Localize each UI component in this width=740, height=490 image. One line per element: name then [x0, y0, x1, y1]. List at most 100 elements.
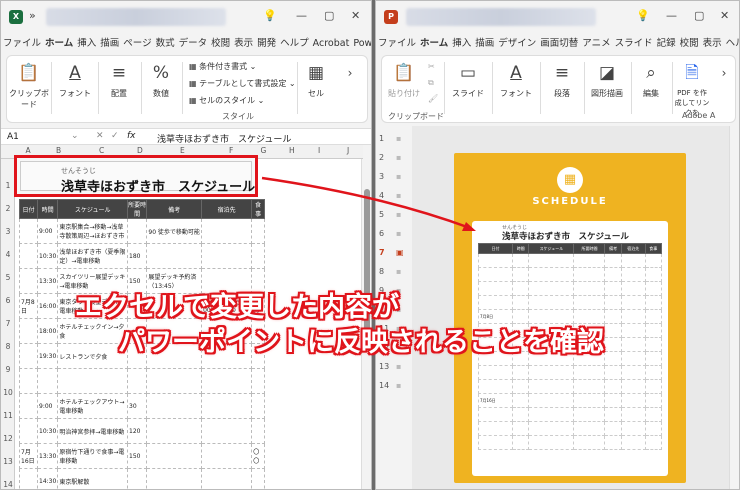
cell-sched[interactable]: ホテルチェックアウト→電車移動	[57, 393, 128, 419]
edit-group[interactable]: ⌕ 編集	[634, 56, 668, 122]
cell-time[interactable]: 13:30	[37, 268, 59, 294]
cell-date[interactable]	[18, 268, 39, 294]
tab-10[interactable]: ヘルプ	[278, 33, 311, 55]
cell-meal[interactable]	[251, 218, 265, 244]
cell-date[interactable]	[18, 368, 39, 394]
column-I[interactable]: I	[318, 146, 320, 155]
cell-date[interactable]	[18, 243, 39, 269]
cell-date[interactable]	[18, 318, 39, 344]
table-format-button[interactable]: ▦ テーブルとして書式設定 ⌄	[189, 78, 296, 89]
tab-12[interactable]: Power	[351, 33, 371, 55]
cell-meal[interactable]	[251, 368, 265, 394]
name-box-dropdown-icon[interactable]: ⌄	[71, 131, 79, 141]
tab-5[interactable]: 数式	[154, 33, 177, 55]
slide-thumb-1[interactable]: 1	[379, 134, 384, 143]
cell-sched[interactable]: 東京駅解散	[57, 468, 128, 489]
column-A[interactable]: A	[26, 146, 31, 155]
slide-thumb-2[interactable]: 2	[379, 153, 384, 162]
tab-3[interactable]: 描画	[98, 33, 121, 55]
enter-icon[interactable]: ✓	[111, 131, 119, 141]
slide-thumb-icon[interactable]: ▪	[396, 153, 401, 162]
tab-2[interactable]: 挿入	[75, 33, 98, 55]
tab-3[interactable]: 描画	[473, 33, 496, 55]
row-6[interactable]: 6	[1, 296, 15, 305]
minimize-icon[interactable]: —	[666, 9, 677, 22]
cells-group[interactable]: ▦ セル	[301, 56, 331, 122]
tab-8[interactable]: 記録	[655, 33, 678, 55]
slide-thumb-6[interactable]: 6	[379, 229, 384, 238]
slide-thumb-icon[interactable]: ▪	[396, 229, 401, 238]
cond-format-button[interactable]: ▦ 条件付き書式 ⌄	[189, 61, 256, 72]
shapes-group[interactable]: ◪ 図形描画	[587, 56, 627, 122]
row-4[interactable]: 4	[1, 250, 15, 259]
cell-dur[interactable]: 120	[126, 418, 148, 444]
tab-7[interactable]: スライド	[613, 33, 655, 55]
cell-time[interactable]: 9:00	[37, 218, 59, 244]
tab-6[interactable]: データ	[177, 33, 210, 55]
cell-time[interactable]: 16:00	[37, 293, 59, 319]
cell-time[interactable]	[37, 368, 59, 394]
slide-thumb-4[interactable]: 4	[379, 191, 384, 200]
cell-dur[interactable]: 180	[126, 243, 148, 269]
column-F[interactable]: F	[229, 146, 233, 155]
maximize-icon[interactable]: ▢	[694, 9, 704, 22]
slide-thumb-icon[interactable]: ▪	[396, 362, 401, 371]
cell-style-button[interactable]: ▦ セルのスタイル ⌄	[189, 95, 264, 106]
cell-dur[interactable]: 150	[126, 443, 148, 469]
tab-9[interactable]: 校閲	[678, 33, 701, 55]
format-painter-icon[interactable]: 🖌	[428, 94, 438, 103]
column-J[interactable]: J	[347, 146, 349, 155]
cell-hotel[interactable]	[201, 443, 253, 469]
cell-date[interactable]	[18, 468, 39, 489]
minimize-icon[interactable]: —	[296, 9, 307, 22]
name-box[interactable]: A1	[7, 132, 19, 142]
slide-group[interactable]: ▭ スライド	[448, 56, 488, 122]
cell-date[interactable]: 7月16日	[18, 443, 39, 469]
tab-1[interactable]: ホーム	[418, 33, 451, 57]
cell-time[interactable]: 18:00	[37, 318, 59, 344]
tab-6[interactable]: アニメ	[580, 33, 612, 55]
font-group[interactable]: A フォント	[496, 56, 536, 122]
slide-thumb-5[interactable]: 5	[379, 210, 384, 219]
more-group[interactable]: ›	[712, 56, 732, 122]
column-H[interactable]: H	[289, 146, 295, 155]
font-group[interactable]: A フォント	[55, 56, 95, 122]
cell-dur[interactable]	[126, 368, 148, 394]
cell-meal[interactable]	[251, 418, 265, 444]
cell-note[interactable]	[146, 418, 203, 444]
column-B[interactable]: B	[56, 146, 61, 155]
cell-time[interactable]: 9:00	[37, 393, 59, 419]
slide-thumb-3[interactable]: 3	[379, 172, 384, 181]
slide-thumb-14[interactable]: 14	[379, 381, 389, 390]
column-D[interactable]: D	[137, 146, 143, 155]
ppt-vertical-scrollbar[interactable]	[729, 126, 739, 489]
cell-hotel[interactable]	[201, 218, 253, 244]
cell-time[interactable]: 19:30	[37, 343, 59, 369]
slide-thumb-icon[interactable]: ▪	[396, 267, 401, 276]
cell-hotel[interactable]	[201, 368, 253, 394]
tab-5[interactable]: 画面切替	[538, 33, 580, 55]
cell-time[interactable]: 10:30	[37, 418, 59, 444]
current-slide[interactable]: ▦ SCHEDULE せんそうじ 浅草寺ほおずき市 スケジュール 日付 時間 スケジ…	[454, 153, 686, 483]
row-7[interactable]: 7	[1, 319, 15, 328]
cell-hotel[interactable]	[201, 468, 253, 489]
cell-sched[interactable]	[57, 368, 128, 394]
cut-icon[interactable]: ✂	[428, 62, 435, 71]
cell-note[interactable]	[146, 443, 203, 469]
close-icon[interactable]: ✕	[720, 9, 729, 22]
cell-note[interactable]	[146, 243, 203, 269]
tab-2[interactable]: 挿入	[450, 33, 473, 55]
cell-note[interactable]: 90 徒歩で移動可能	[146, 218, 203, 244]
cell-dur[interactable]	[126, 468, 148, 489]
close-icon[interactable]: ✕	[351, 9, 360, 22]
lightbulb-icon[interactable]: 💡	[636, 9, 650, 22]
slide-thumb-7[interactable]: 7	[379, 248, 385, 257]
overflow-icon[interactable]: »	[29, 9, 36, 22]
cancel-icon[interactable]: ✕	[96, 131, 104, 141]
cell-sched[interactable]: 浅草ほおずき市（夏季限定）→電車移動	[57, 243, 128, 269]
number-group[interactable]: % 数値	[144, 56, 178, 122]
cell-date[interactable]	[18, 343, 39, 369]
align-group[interactable]: ≡ 配置	[101, 56, 137, 122]
cell-date[interactable]	[18, 393, 39, 419]
cell-sched[interactable]: 明治神宮参拝→電車移動	[57, 418, 128, 444]
